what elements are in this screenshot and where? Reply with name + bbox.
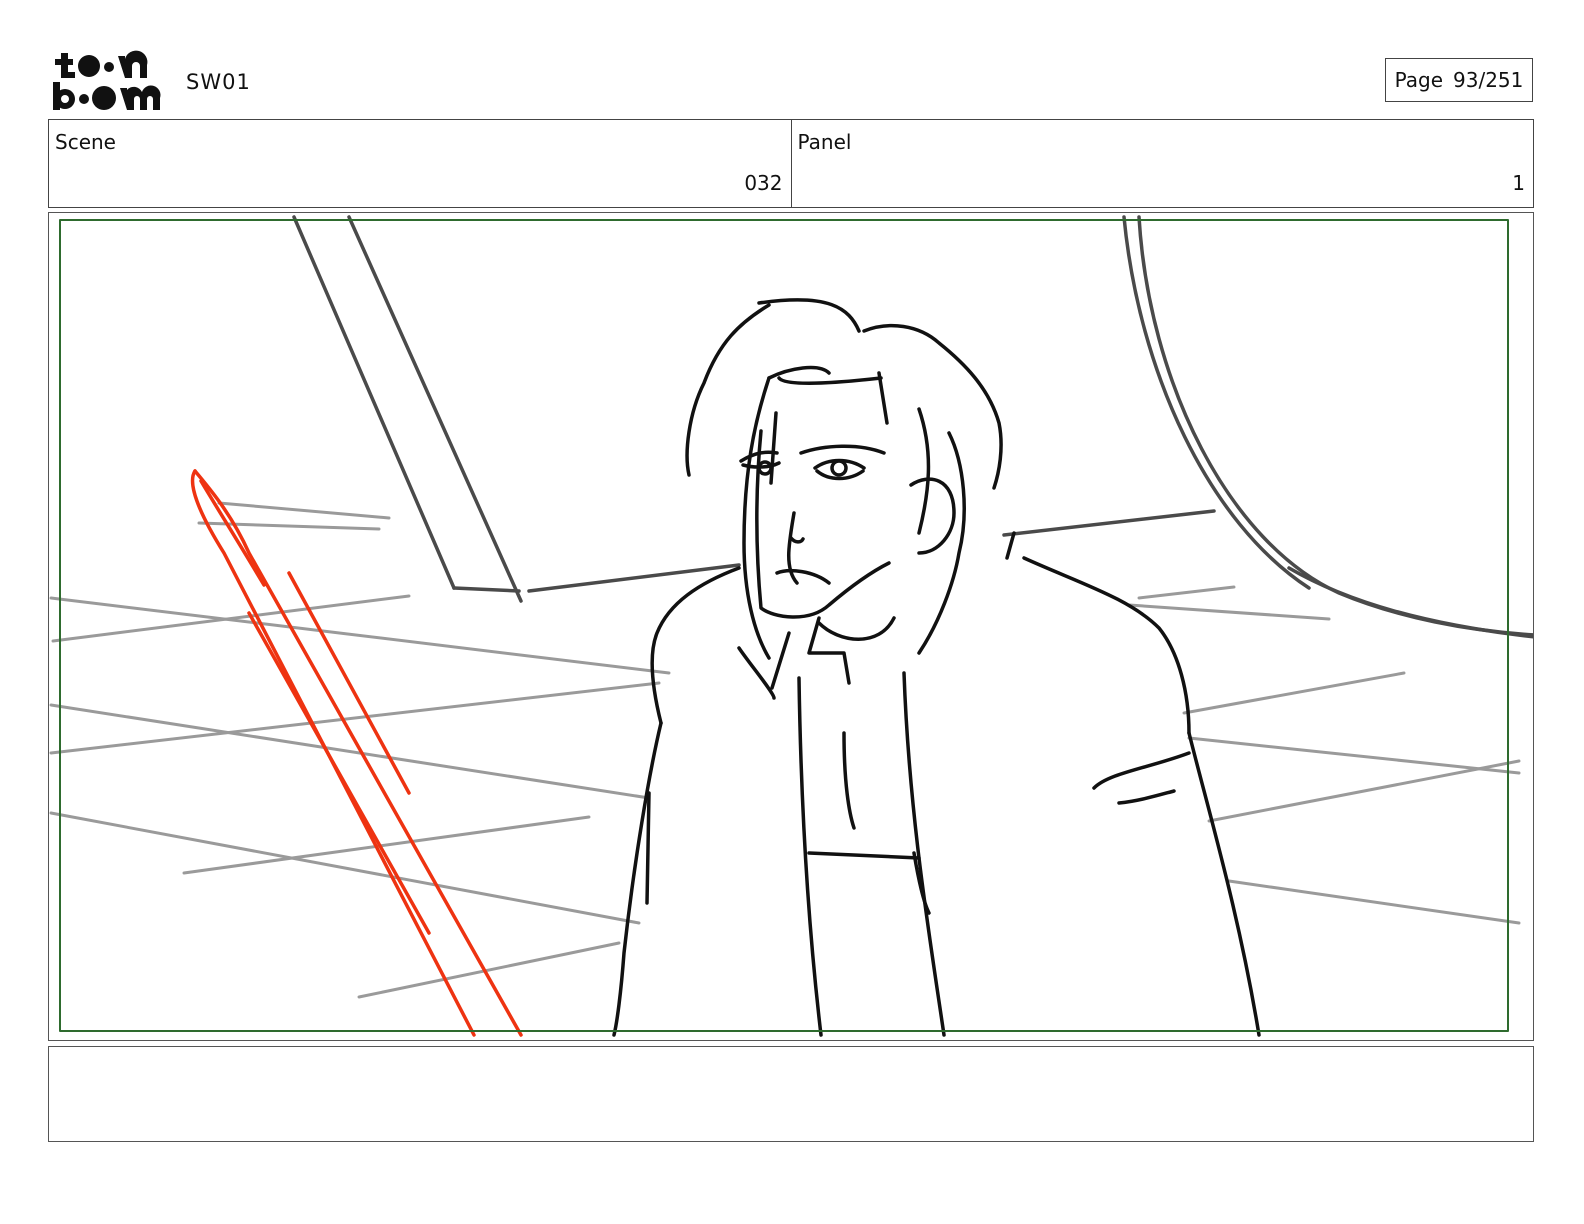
page-indicator: Page 93/251 bbox=[1385, 58, 1533, 102]
page-number: 93/251 bbox=[1453, 68, 1524, 92]
floor-lines bbox=[49, 501, 1521, 999]
panel-label: Panel bbox=[797, 130, 852, 154]
background-structure bbox=[292, 215, 1533, 639]
project-code: SW01 bbox=[186, 70, 251, 94]
toon-boom-logo: toon boom bbox=[50, 50, 165, 112]
panel-number: 1 bbox=[1512, 171, 1525, 195]
scene-label: Scene bbox=[55, 130, 116, 154]
panel-drawing bbox=[49, 215, 1533, 1037]
scene-number: 032 bbox=[744, 171, 783, 195]
panel-cell: Panel 1 bbox=[790, 120, 1534, 207]
panel-notes[interactable] bbox=[48, 1046, 1534, 1142]
page-label: Page bbox=[1394, 68, 1444, 92]
storyboard-panel bbox=[48, 212, 1534, 1041]
scene-panel-info: Scene 032 Panel 1 bbox=[48, 119, 1534, 208]
scene-cell: Scene 032 bbox=[49, 120, 791, 207]
character-drawing bbox=[612, 298, 1261, 1037]
